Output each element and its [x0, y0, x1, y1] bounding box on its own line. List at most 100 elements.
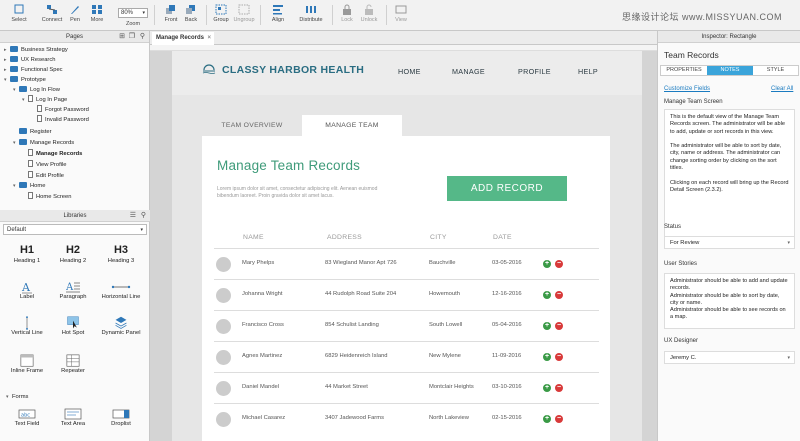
- tab-team-overview[interactable]: TEAM OVERVIEW: [202, 115, 302, 136]
- status-select[interactable]: For Review ▾: [664, 236, 795, 249]
- tree-item-business-strategy[interactable]: ▸ Business Strategy: [4, 45, 68, 55]
- close-icon[interactable]: ×: [207, 32, 211, 45]
- widget-repeater[interactable]: Repeater: [50, 354, 96, 374]
- remove-row-icon[interactable]: −: [555, 415, 563, 423]
- search-icon[interactable]: ⚲: [141, 210, 146, 222]
- nav-help[interactable]: HELP: [578, 67, 598, 76]
- widget-dynamic-panel[interactable]: Dynamic Panel: [98, 316, 144, 336]
- column-header-city[interactable]: CITY: [430, 234, 447, 241]
- widget-inline-frame[interactable]: Inline Frame: [4, 354, 50, 374]
- send-back-button[interactable]: Back: [178, 4, 204, 28]
- clear-all-link[interactable]: Clear All: [771, 86, 793, 92]
- tree-item-view-profile[interactable]: View Profile: [28, 160, 67, 170]
- connect-icon: [47, 5, 57, 14]
- widget-paragraph[interactable]: A Paragraph: [50, 280, 96, 300]
- front-icon: [166, 5, 175, 14]
- page-description: Lorem ipsum dolor sit amet, consectetur …: [217, 186, 378, 199]
- ungroup-button[interactable]: Ungroup: [231, 4, 257, 28]
- screen-notes-textarea[interactable]: This is the default view of the Manage T…: [664, 109, 795, 245]
- align-button[interactable]: Align: [265, 4, 291, 28]
- add-row-icon[interactable]: +: [543, 415, 551, 423]
- duplicate-icon[interactable]: ❐: [129, 31, 135, 43]
- zoom-select[interactable]: 80% ▾: [118, 8, 148, 18]
- unlock-button[interactable]: Unlock: [356, 4, 382, 28]
- table-row[interactable]: Agnes Martinez 6829 Heidenreich Island N…: [214, 341, 599, 372]
- cell-name: Michael Casarez: [242, 415, 286, 421]
- remove-row-icon[interactable]: −: [555, 260, 563, 268]
- table-row[interactable]: Johanna Wright 44 Rudolph Road Suite 204…: [214, 279, 599, 310]
- screen-notes-label: Manage Team Screen: [664, 99, 723, 105]
- add-row-icon[interactable]: +: [543, 322, 551, 330]
- add-page-icon[interactable]: ⊞: [119, 31, 125, 43]
- widget-label[interactable]: A Label: [4, 280, 50, 300]
- add-row-icon[interactable]: +: [543, 384, 551, 392]
- cell-city: New Mylene: [429, 353, 461, 359]
- forms-section-header[interactable]: ▾ Forms: [6, 392, 28, 402]
- column-header-name[interactable]: NAME: [243, 234, 264, 241]
- distribute-button[interactable]: Distribute: [298, 4, 324, 28]
- tree-item-log-in-flow[interactable]: ▾ Log In Flow: [13, 85, 60, 95]
- tree-item-invalid-password[interactable]: Invalid Password: [37, 115, 89, 125]
- svg-text:A: A: [21, 281, 31, 294]
- remove-row-icon[interactable]: −: [555, 353, 563, 361]
- tab-properties[interactable]: PROPERTIES: [661, 66, 707, 75]
- select-tool-button[interactable]: Select: [6, 4, 32, 28]
- paragraph-icon: A: [66, 282, 80, 293]
- page-icon: [37, 105, 42, 112]
- widget-horizontal-line[interactable]: Horizontal Line: [98, 280, 144, 300]
- column-header-date[interactable]: DATE: [493, 234, 512, 241]
- add-row-icon[interactable]: +: [543, 353, 551, 361]
- tree-item-home[interactable]: ▾ Home: [13, 181, 45, 191]
- add-record-button[interactable]: ADD RECORD: [447, 176, 567, 201]
- widget-text-field[interactable]: abc Text Field: [4, 407, 50, 427]
- customize-fields-link[interactable]: Customize Fields: [664, 86, 710, 92]
- tree-item-ux-research[interactable]: ▸ UX Research: [4, 55, 55, 65]
- tree-item-register[interactable]: Register: [19, 127, 52, 137]
- column-header-address[interactable]: ADDRESS: [327, 234, 362, 241]
- table-row[interactable]: Daniel Mandel 44 Market Street Montclair…: [214, 372, 599, 403]
- tree-item-edit-profile[interactable]: Edit Profile: [28, 171, 64, 181]
- remove-row-icon[interactable]: −: [555, 322, 563, 330]
- library-select[interactable]: Default ▾: [3, 224, 147, 235]
- widget-droplist[interactable]: Droplist: [98, 407, 144, 427]
- tab-notes[interactable]: NOTES: [707, 66, 753, 75]
- hot-spot-icon: [67, 316, 79, 329]
- widget-hot-spot[interactable]: Hot Spot: [50, 316, 96, 336]
- inspector-widget-name[interactable]: Team Records: [664, 50, 719, 60]
- document-tab-manage-records[interactable]: Manage Records ×: [152, 32, 214, 45]
- tree-item-forgot-password[interactable]: Forgot Password: [37, 105, 89, 115]
- widget-vertical-line[interactable]: Vertical Line: [4, 316, 50, 336]
- widget-heading-2[interactable]: H2 Heading 2: [50, 244, 96, 264]
- tree-item-manage-records-page[interactable]: Manage Records: [28, 149, 82, 159]
- tree-item-log-in-page[interactable]: ▾ Log In Page: [22, 95, 67, 105]
- nav-home[interactable]: HOME: [398, 67, 421, 76]
- remove-row-icon[interactable]: −: [555, 291, 563, 299]
- nav-manage[interactable]: MANAGE: [452, 67, 485, 76]
- add-row-icon[interactable]: +: [543, 260, 551, 268]
- add-row-icon[interactable]: +: [543, 291, 551, 299]
- nav-profile[interactable]: PROFILE: [518, 67, 551, 76]
- table-row[interactable]: Francisco Cross 854 Schulist Landing Sou…: [214, 310, 599, 341]
- tree-item-home-screen[interactable]: Home Screen: [28, 192, 71, 202]
- widget-heading-3[interactable]: H3 Heading 3: [98, 244, 144, 264]
- tab-style[interactable]: STYLE: [753, 66, 798, 75]
- remove-row-icon[interactable]: −: [555, 384, 563, 392]
- table-row[interactable]: Michael Casarez 3407 Jadewood Farms Nort…: [214, 403, 599, 434]
- widget-text-area[interactable]: Text Area: [50, 407, 96, 427]
- menu-icon[interactable]: ☰: [130, 210, 136, 222]
- tree-item-prototype[interactable]: ▾ Prototype: [4, 75, 46, 85]
- user-stories-textarea[interactable]: Administrator should be able to add and …: [664, 273, 795, 329]
- search-icon[interactable]: ⚲: [140, 31, 145, 43]
- table-row[interactable]: Mary Phelps 83 Wiegland Manor Apt 726 Ba…: [214, 248, 599, 279]
- tree-item-functional-spec[interactable]: ▸ Functional Spec: [4, 65, 63, 75]
- chevron-down-icon: ▾: [787, 355, 790, 361]
- records-card: Manage Team Records Lorem ipsum dolor si…: [202, 136, 610, 441]
- tab-manage-team[interactable]: MANAGE TEAM: [302, 115, 402, 136]
- view-button[interactable]: View: [388, 4, 414, 28]
- avatar: [216, 257, 231, 272]
- more-tools-button[interactable]: More: [84, 4, 110, 28]
- ux-designer-select[interactable]: Jeremy C. ▾: [664, 351, 795, 364]
- artboard[interactable]: CLASSY HARBOR HEALTH HOME MANAGE PROFILE…: [172, 51, 642, 441]
- widget-heading-1[interactable]: H1 Heading 1: [4, 244, 50, 264]
- tree-item-manage-records-folder[interactable]: ▾ Manage Records: [13, 138, 74, 148]
